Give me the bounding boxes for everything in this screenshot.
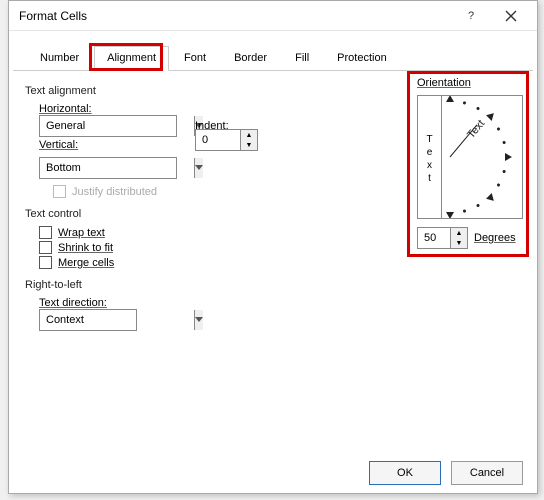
dialog-body: Text alignment Horizontal: Indent: Verti…	[9, 71, 537, 461]
tab-font[interactable]: Font	[171, 46, 219, 71]
text-direction-value[interactable]	[40, 310, 194, 330]
indent-value[interactable]	[196, 130, 240, 150]
tab-fill[interactable]: Fill	[282, 46, 322, 71]
degrees-label: Degrees	[474, 232, 516, 244]
dialog-footer: OK Cancel	[369, 461, 523, 485]
rtl-group-label: Right-to-left	[25, 279, 521, 291]
horizontal-value[interactable]	[40, 116, 194, 136]
help-button[interactable]: ?	[451, 2, 491, 30]
orientation-dial[interactable]: Text	[442, 96, 522, 218]
vertical-text-button[interactable]: Text	[418, 96, 442, 218]
degrees-value[interactable]	[418, 228, 450, 248]
checkbox-icon	[39, 241, 52, 254]
tab-border[interactable]: Border	[221, 46, 280, 71]
tab-number[interactable]: Number	[27, 46, 92, 71]
svg-text:Text: Text	[465, 118, 487, 141]
horizontal-combo[interactable]	[39, 115, 177, 137]
format-cells-dialog: Format Cells ? Number Alignment Font Bor…	[8, 0, 538, 494]
vertical-label: Vertical:	[39, 139, 78, 151]
titlebar: Format Cells ?	[9, 1, 537, 31]
close-button[interactable]	[491, 2, 531, 30]
ok-button[interactable]: OK	[369, 461, 441, 485]
spin-up-icon[interactable]: ▲	[241, 130, 257, 140]
tab-strip: Number Alignment Font Border Fill Protec…	[13, 31, 533, 71]
checkbox-icon	[39, 256, 52, 269]
orientation-preview[interactable]: Text	[417, 95, 523, 219]
cancel-button[interactable]: Cancel	[451, 461, 523, 485]
vertical-combo[interactable]	[39, 157, 177, 179]
spin-down-icon[interactable]: ▼	[241, 140, 257, 150]
tab-protection[interactable]: Protection	[324, 46, 400, 71]
dialog-title: Format Cells	[19, 9, 451, 23]
text-direction-label: Text direction:	[39, 297, 521, 309]
spin-up-icon[interactable]: ▲	[451, 228, 467, 238]
checkbox-icon	[39, 226, 52, 239]
indent-spinner[interactable]: ▲ ▼	[195, 129, 258, 151]
orientation-group-label: Orientation	[417, 77, 523, 89]
text-direction-combo[interactable]	[39, 309, 137, 331]
checkbox-icon	[53, 185, 66, 198]
chevron-down-icon	[194, 310, 203, 330]
tab-alignment[interactable]: Alignment	[94, 46, 169, 71]
vertical-value[interactable]	[40, 158, 194, 178]
orientation-group: Orientation Text	[417, 77, 523, 255]
dial-icon: Text	[442, 96, 522, 218]
merge-cells-checkbox[interactable]: Merge cells	[39, 256, 521, 269]
degrees-spinner[interactable]: ▲ ▼	[417, 227, 468, 249]
chevron-down-icon	[194, 158, 203, 178]
spin-down-icon[interactable]: ▼	[451, 238, 467, 248]
close-icon	[505, 10, 517, 22]
